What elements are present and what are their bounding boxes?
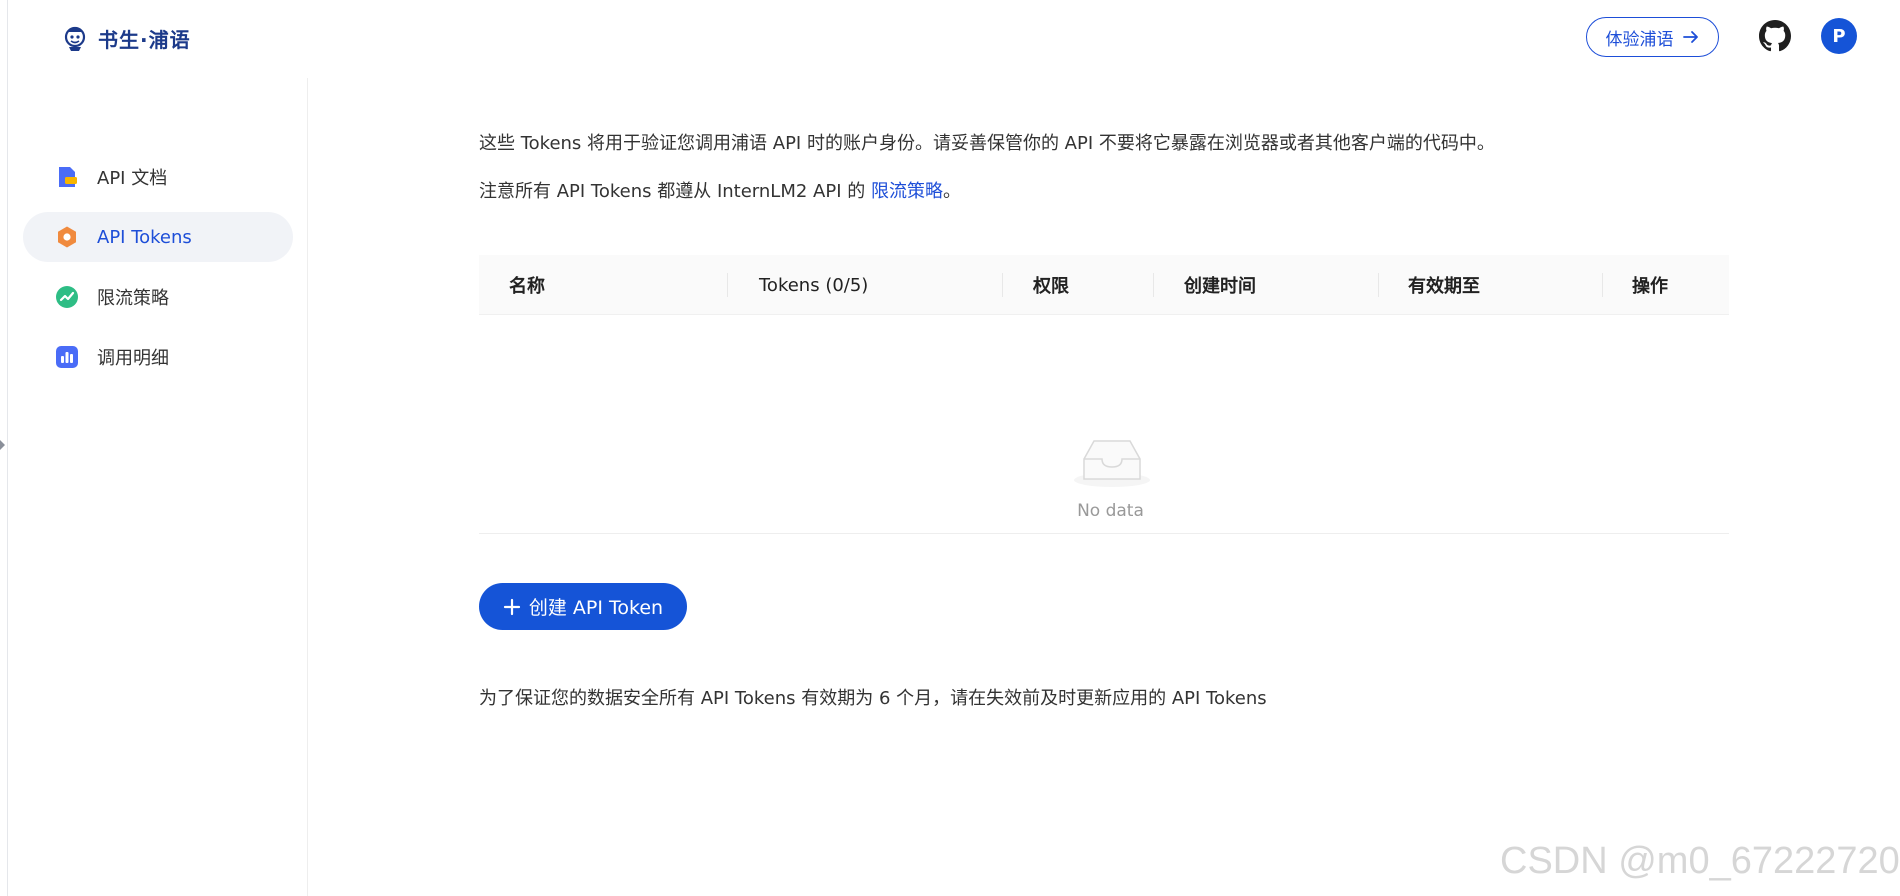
sidebar-item-api-tokens[interactable]: API Tokens xyxy=(23,212,293,262)
table-empty-state: No data xyxy=(479,315,1729,534)
tokens-description: 这些 Tokens 将用于验证您调用浦语 API 时的账户身份。请妥善保管你的 … xyxy=(479,133,1495,154)
notice-prefix: 注意所有 API Tokens 都遵从 InternLM2 API 的 xyxy=(479,181,871,202)
create-api-token-button[interactable]: 创建 API Token xyxy=(479,583,687,630)
column-header-permissions: 权限 xyxy=(1033,276,1069,297)
empty-inbox-icon xyxy=(1074,440,1150,487)
watermark: CSDN @m0_67222720 xyxy=(1500,840,1900,882)
sidebar-item-label: API Tokens xyxy=(97,226,192,248)
page: 书生·浦语 体验浦语 P API 文档 API Tokens 限流策略 调用明细… xyxy=(0,0,1900,896)
column-header-expires-at: 有效期至 xyxy=(1408,276,1480,297)
user-avatar[interactable]: P xyxy=(1821,18,1857,54)
sidebar-item-label: API 文档 xyxy=(97,168,168,189)
notice-suffix: 。 xyxy=(942,181,961,202)
column-divider xyxy=(1378,273,1379,297)
validity-footnote: 为了保证您的数据安全所有 API Tokens 有效期为 6 个月，请在失效前及… xyxy=(479,688,1267,709)
empty-text: No data xyxy=(1077,501,1144,521)
mascot-logo-icon xyxy=(64,26,86,51)
rate-limit-notice: 注意所有 API Tokens 都遵从 InternLM2 API 的 限流策略… xyxy=(479,177,961,203)
column-divider xyxy=(727,273,728,297)
sidebar-item-label: 调用明细 xyxy=(97,348,169,369)
rate-limit-icon xyxy=(56,286,78,308)
rate-limit-link[interactable]: 限流策略 xyxy=(871,181,943,202)
main-content: 这些 Tokens 将用于验证您调用浦语 API 时的账户身份。请妥善保管你的 … xyxy=(479,0,1729,896)
column-divider xyxy=(1602,273,1603,297)
bar-chart-icon xyxy=(56,346,78,368)
token-icon xyxy=(58,226,76,248)
logo[interactable]: 书生·浦语 xyxy=(60,22,191,54)
column-divider xyxy=(1153,273,1154,297)
collapse-rail[interactable] xyxy=(0,0,8,896)
sidebar-item-label: 限流策略 xyxy=(97,288,169,309)
doc-icon xyxy=(59,167,77,187)
column-header-name: 名称 xyxy=(509,276,545,297)
github-icon[interactable] xyxy=(1759,20,1791,52)
sidebar-item-api-docs[interactable]: API 文档 xyxy=(23,152,293,202)
column-divider xyxy=(1002,273,1003,297)
sidebar: API 文档 API Tokens 限流策略 调用明细 xyxy=(8,78,308,896)
create-button-label: 创建 API Token xyxy=(528,597,664,619)
column-header-created-at: 创建时间 xyxy=(1184,276,1256,297)
plus-icon xyxy=(503,598,520,615)
tokens-table: 名称 Tokens (0/5) 权限 创建时间 有效期至 操作 No data xyxy=(479,255,1729,534)
column-header-tokens: Tokens (0/5) xyxy=(759,274,869,296)
expand-handle-icon[interactable] xyxy=(0,440,5,450)
sidebar-item-usage-details[interactable]: 调用明细 xyxy=(23,332,293,382)
sidebar-item-rate-limit[interactable]: 限流策略 xyxy=(23,272,293,322)
column-header-actions: 操作 xyxy=(1632,276,1668,297)
table-header: 名称 Tokens (0/5) 权限 创建时间 有效期至 操作 xyxy=(479,255,1729,315)
logo-text: 书生·浦语 xyxy=(98,27,191,52)
